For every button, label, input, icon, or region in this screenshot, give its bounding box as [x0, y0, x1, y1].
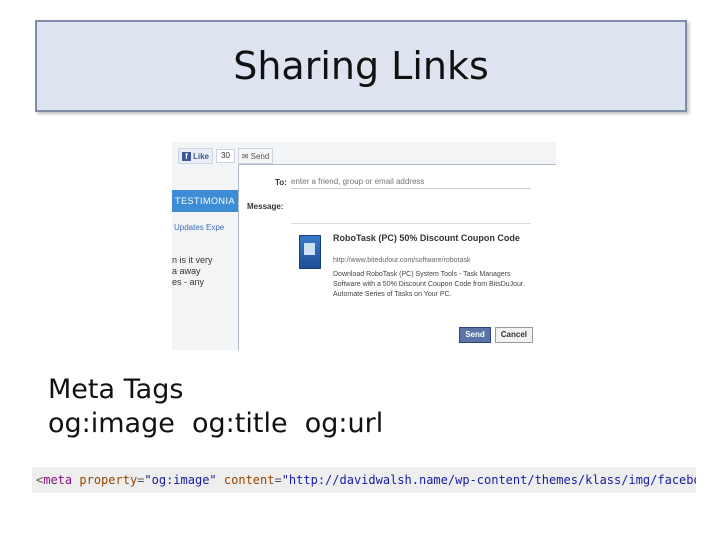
code-attr-content: content — [223, 473, 275, 487]
code-attr-property: property — [79, 473, 138, 487]
updates-link[interactable]: Updates Expe — [174, 223, 224, 232]
body-line-meta-tags: Meta Tags — [48, 374, 184, 405]
message-input[interactable] — [291, 193, 531, 224]
to-input[interactable]: enter a friend, group or email address — [291, 176, 531, 189]
background-text: n is it very a away es - any — [172, 255, 213, 288]
slide-body: Meta Tags og:image og:title og:url — [48, 373, 383, 441]
body-line-og-tags: og:image og:title og:url — [48, 408, 384, 439]
facebook-send-screenshot: f Like 30 ✉ Send TESTIMONIA Updates Expe… — [172, 142, 556, 350]
send-label: Send — [250, 151, 270, 161]
slide-title-box: Sharing Links — [35, 20, 687, 112]
send-button[interactable]: Send — [459, 327, 491, 343]
background-line: n is it very — [172, 255, 213, 265]
facebook-icon: f — [182, 151, 191, 161]
background-line: a away — [172, 266, 201, 276]
like-label: Like — [193, 151, 210, 161]
to-label: To: — [275, 178, 287, 187]
preview-url: http://www.bitedufour.com/software/robot… — [333, 257, 471, 264]
message-label: Message: — [247, 202, 284, 211]
dialog-buttons: Send Cancel — [459, 327, 533, 343]
slide-title: Sharing Links — [233, 44, 489, 88]
send-dialog: To: enter a friend, group or email addre… — [238, 164, 556, 350]
code-val-property: "og:image" — [144, 473, 217, 487]
like-count: 30 — [216, 149, 235, 163]
code-val-content: "http://davidwalsh.name/wp-content/theme… — [281, 473, 696, 487]
code-tag: meta — [43, 473, 73, 487]
testimonials-tab[interactable]: TESTIMONIA — [172, 190, 241, 212]
product-box-icon — [299, 235, 321, 269]
meta-tag-code: <meta property="og:image" content="http:… — [32, 467, 696, 493]
like-button[interactable]: f Like — [178, 148, 214, 164]
code-equals: = — [274, 473, 282, 487]
preview-title: RoboTask (PC) 50% Discount Coupon Code — [333, 233, 520, 243]
preview-description: Download RoboTask (PC) System Tools - Ta… — [333, 271, 525, 298]
send-icon: ✉ — [241, 151, 249, 161]
cancel-button[interactable]: Cancel — [494, 327, 533, 343]
background-line: es - any — [172, 277, 205, 287]
send-share-button[interactable]: ✉ Send — [237, 148, 274, 164]
facebook-share-bar: f Like 30 ✉ Send — [178, 148, 274, 164]
